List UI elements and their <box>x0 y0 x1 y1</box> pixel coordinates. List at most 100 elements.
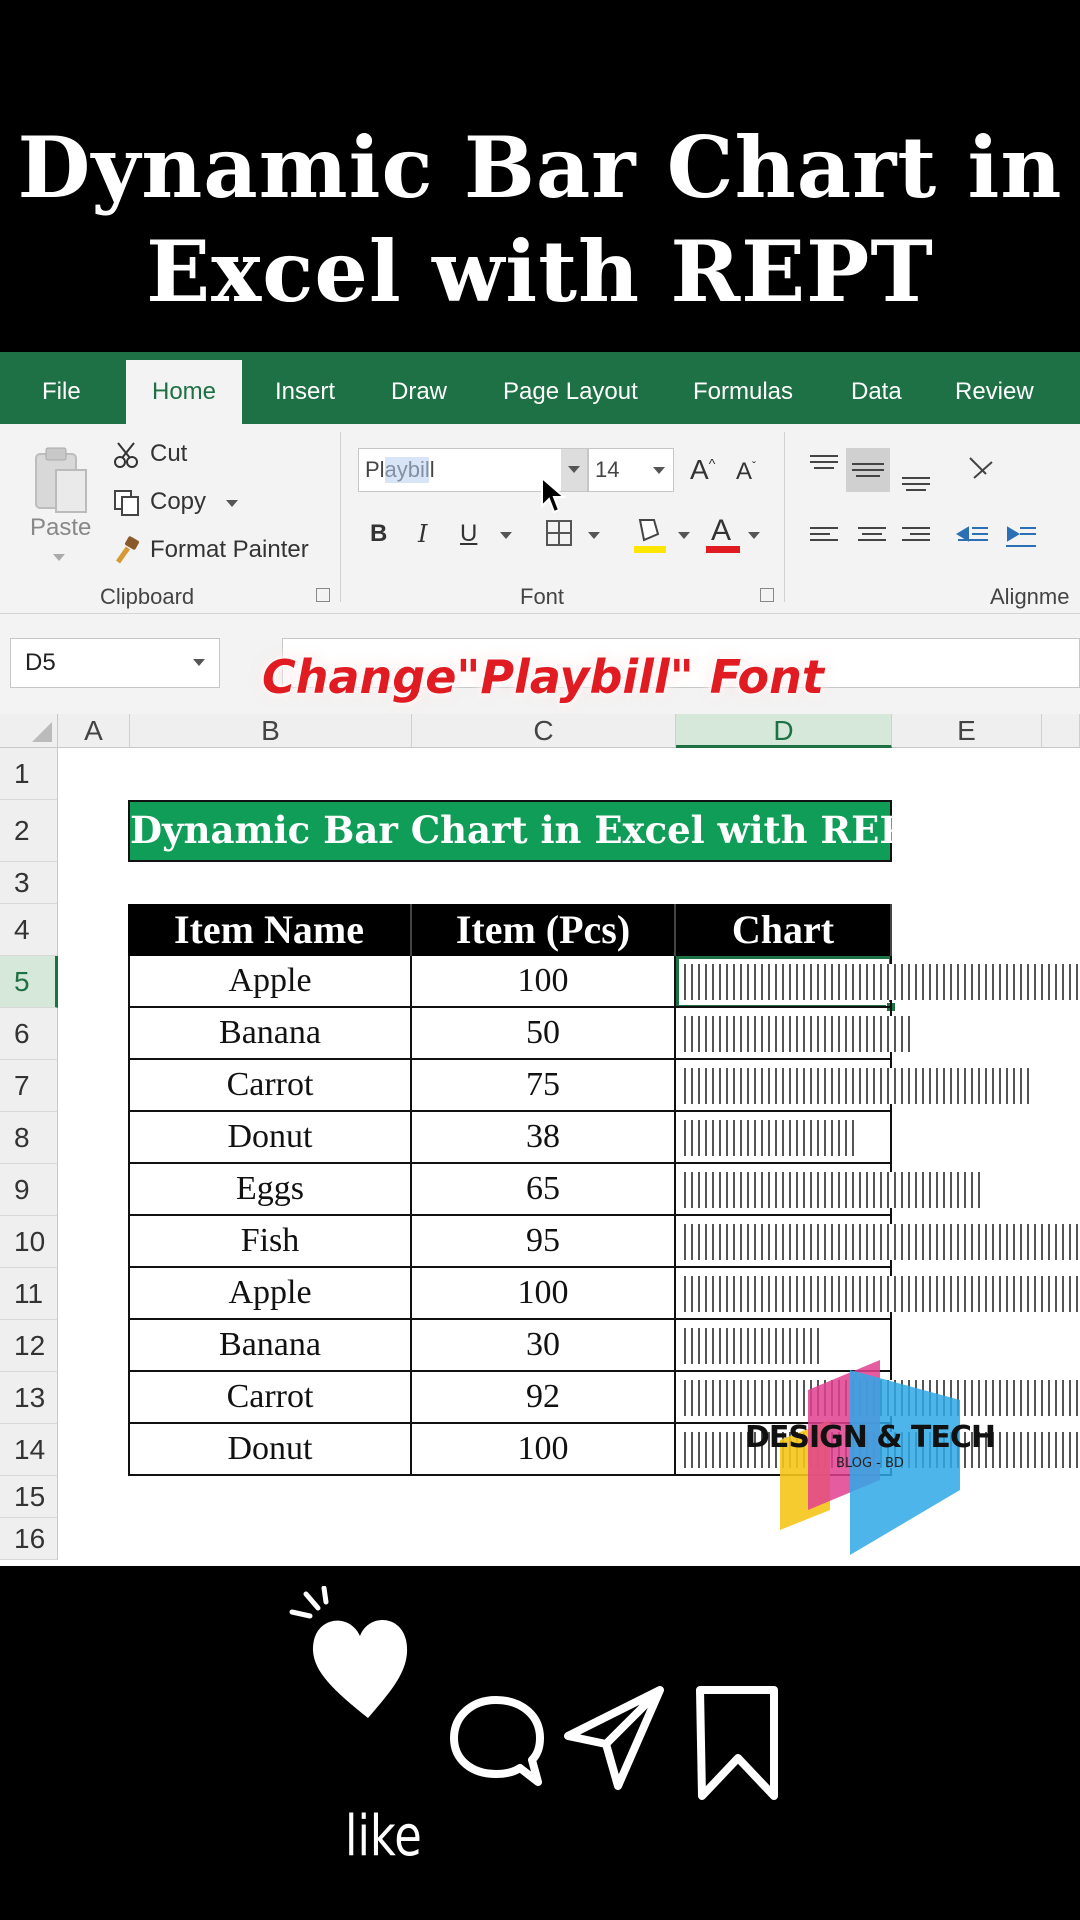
row-header-12[interactable]: 12 <box>0 1320 58 1372</box>
cell-item-name[interactable]: Donut <box>128 1424 412 1476</box>
row-header-5[interactable]: 5 <box>0 956 58 1008</box>
format-painter-button[interactable]: Format Painter <box>150 536 309 564</box>
cell-item-pcs[interactable]: 65 <box>412 1164 676 1216</box>
cell-item-name[interactable]: Banana <box>128 1008 412 1060</box>
row-header-1[interactable]: 1 <box>0 748 58 800</box>
alignment-buttons[interactable] <box>808 448 1048 568</box>
borders-icon[interactable] <box>544 518 574 548</box>
comment-icon[interactable] <box>446 1686 546 1806</box>
row-header-14[interactable]: 14 <box>0 1424 58 1476</box>
column-header-d[interactable]: D <box>676 714 892 748</box>
row-header-13[interactable]: 13 <box>0 1372 58 1424</box>
cell-item-name[interactable]: Carrot <box>128 1372 412 1424</box>
cell-item-pcs[interactable]: 30 <box>412 1320 676 1372</box>
select-all-button[interactable] <box>0 714 58 748</box>
italic-button[interactable]: I <box>418 520 427 548</box>
font-size-input[interactable]: 14 <box>595 457 619 483</box>
format-painter-icon[interactable] <box>110 534 144 568</box>
logo-name: DESIGN & TECH <box>744 1420 996 1455</box>
ribbon-separator <box>340 432 341 602</box>
column-header-b[interactable]: B <box>130 714 412 748</box>
scissors-icon[interactable] <box>110 438 144 472</box>
row-header-8[interactable]: 8 <box>0 1112 58 1164</box>
row-header-3[interactable]: 3 <box>0 862 58 904</box>
tab-file[interactable]: File <box>42 352 81 424</box>
tab-formulas[interactable]: Formulas <box>693 352 793 424</box>
underline-dropdown-icon[interactable] <box>500 532 512 539</box>
cell-item-name[interactable]: Apple <box>128 956 412 1008</box>
borders-dropdown-icon[interactable] <box>588 532 600 539</box>
fill-color-dropdown-icon[interactable] <box>678 532 690 539</box>
logo-subtitle: BLOG - BD <box>836 1456 904 1471</box>
column-header-a[interactable]: A <box>58 714 130 748</box>
font-launcher-icon[interactable] <box>760 588 774 602</box>
font-color-dropdown-icon[interactable] <box>748 532 760 539</box>
header-chart[interactable]: Chart <box>676 904 892 956</box>
heart-icon[interactable] <box>288 1586 428 1726</box>
tab-home[interactable]: Home <box>126 360 243 424</box>
clipboard-launcher-icon[interactable] <box>316 588 330 602</box>
cell-item-pcs[interactable]: 75 <box>412 1060 676 1112</box>
copy-icon[interactable] <box>110 486 144 520</box>
bold-button[interactable]: B <box>370 520 387 548</box>
cell-item-name[interactable]: Apple <box>128 1268 412 1320</box>
name-box-dropdown-icon[interactable] <box>193 659 205 666</box>
cell-item-pcs[interactable]: 95 <box>412 1216 676 1268</box>
cell-item-pcs[interactable]: 100 <box>412 1424 676 1476</box>
row-header-6[interactable]: 6 <box>0 1008 58 1060</box>
cell-item-name[interactable]: Banana <box>128 1320 412 1372</box>
name-box[interactable]: D5 <box>10 638 220 688</box>
cell-item-name[interactable]: Carrot <box>128 1060 412 1112</box>
column-header-e[interactable]: E <box>892 714 1042 748</box>
cell-item-pcs[interactable]: 92 <box>412 1372 676 1424</box>
clipboard-icon <box>35 447 87 513</box>
mouse-cursor-icon <box>541 476 567 514</box>
cell-item-pcs[interactable]: 100 <box>412 1268 676 1320</box>
tab-draw[interactable]: Draw <box>391 352 447 424</box>
row-header-9[interactable]: 9 <box>0 1164 58 1216</box>
title-line-2: Excel with REPT <box>146 222 934 321</box>
copy-button[interactable]: Copy <box>150 488 206 516</box>
row-header-10[interactable]: 10 <box>0 1216 58 1268</box>
fill-color-icon[interactable] <box>632 514 668 554</box>
column-header-c[interactable]: C <box>412 714 676 748</box>
like-label: like <box>345 1804 422 1869</box>
cell-item-pcs[interactable]: 38 <box>412 1112 676 1164</box>
cell-item-pcs[interactable]: 100 <box>412 956 676 1008</box>
row-header-4[interactable]: 4 <box>0 904 58 956</box>
cell-item-pcs[interactable]: 50 <box>412 1008 676 1060</box>
font-size-dropdown-icon[interactable] <box>653 467 665 474</box>
text-selection-highlight <box>385 457 429 483</box>
row-header-11[interactable]: 11 <box>0 1268 58 1320</box>
tab-insert[interactable]: Insert <box>275 352 335 424</box>
paste-button[interactable] <box>28 442 92 518</box>
header-item-name[interactable]: Item Name <box>128 904 412 956</box>
cell-item-name[interactable]: Eggs <box>128 1164 412 1216</box>
font-size-combo[interactable]: 14 <box>588 448 674 492</box>
share-icon[interactable] <box>560 1682 670 1792</box>
cell-item-name[interactable]: Fish <box>128 1216 412 1268</box>
name-box-value: D5 <box>25 649 56 676</box>
row-header-2[interactable]: 2 <box>0 800 58 862</box>
rept-bar <box>684 1016 914 1052</box>
cell-item-name[interactable]: Donut <box>128 1112 412 1164</box>
header-item-pcs[interactable]: Item (Pcs) <box>412 904 676 956</box>
copy-dropdown-icon[interactable] <box>226 500 238 507</box>
sheet-banner[interactable]: Dynamic Bar Chart in Excel with REPT <box>128 800 935 862</box>
tab-review[interactable]: Review <box>955 352 1034 424</box>
tab-data[interactable]: Data <box>851 352 902 424</box>
grow-font-icon[interactable]: A^ <box>690 454 715 486</box>
row-header-16[interactable]: 16 <box>0 1518 58 1560</box>
underline-button[interactable]: U <box>460 520 477 548</box>
row-header-7[interactable]: 7 <box>0 1060 58 1112</box>
paste-dropdown-icon[interactable] <box>53 554 65 561</box>
caption-overlay: Change"Playbill" Font <box>262 650 824 704</box>
row-header-15[interactable]: 15 <box>0 1476 58 1518</box>
cut-button[interactable]: Cut <box>150 440 187 468</box>
bookmark-icon[interactable] <box>692 1684 782 1804</box>
shrink-font-icon[interactable]: Aˇ <box>736 458 756 486</box>
column-header-f[interactable] <box>1042 714 1080 748</box>
alignment-group-label: Alignme <box>990 584 1070 609</box>
tab-page-layout[interactable]: Page Layout <box>503 352 638 424</box>
font-color-icon[interactable]: A <box>706 512 740 554</box>
